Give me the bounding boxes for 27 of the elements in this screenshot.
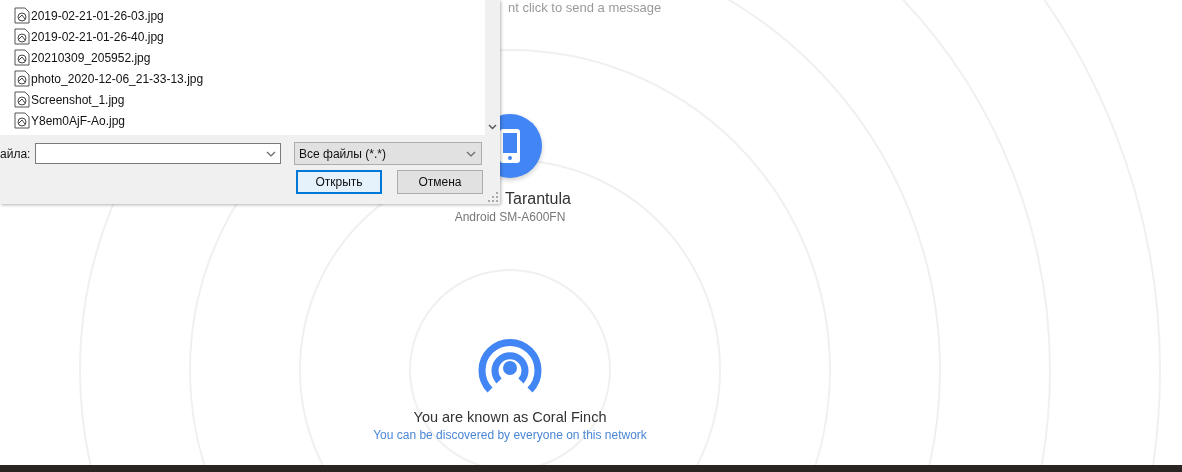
file-item[interactable]: Screenshot_1.jpg: [0, 89, 485, 110]
resize-grip-icon[interactable]: [488, 192, 498, 202]
image-file-icon: [14, 70, 30, 87]
file-type-select[interactable]: Все файлы (*.*): [294, 142, 482, 165]
image-file-icon: [14, 112, 30, 129]
dropdown-icon: [266, 150, 276, 157]
peer-name: Tarantula: [505, 190, 571, 208]
file-item[interactable]: 2019-02-21-01-26-40.jpg: [0, 26, 485, 47]
file-name-field[interactable]: [35, 143, 281, 164]
cancel-button[interactable]: Отмена: [397, 170, 483, 194]
image-file-icon: [14, 91, 30, 108]
peer-device-model: Android SM-A600FN: [454, 210, 566, 224]
file-item[interactable]: 2019-02-21-01-26-03.jpg: [0, 5, 485, 26]
open-button[interactable]: Открыть: [296, 170, 382, 194]
hint-text: nt click to send a message: [508, 0, 662, 15]
file-name-label: айла:: [0, 146, 32, 161]
file-item[interactable]: Y8em0AjF-Ao.jpg: [0, 110, 485, 131]
dropdown-icon: [466, 150, 476, 157]
device-name-text: You are known as Coral Finch: [413, 409, 607, 425]
phone-icon: [499, 128, 521, 164]
file-item[interactable]: photo_2020-12-06_21-33-13.jpg: [0, 68, 485, 89]
file-item[interactable]: 20210309_205952.jpg: [0, 47, 485, 68]
discovery-note: You can be discovered by everyone on this network: [373, 428, 647, 442]
image-file-icon: [14, 7, 30, 24]
scroll-down-icon[interactable]: [488, 124, 497, 130]
image-file-icon: [14, 28, 30, 45]
image-file-icon: [14, 49, 30, 66]
